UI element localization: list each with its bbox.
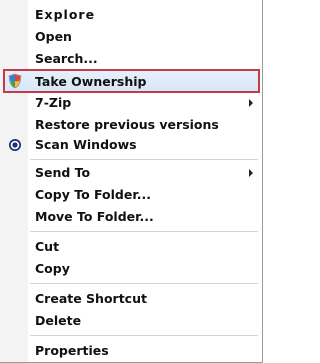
- menu-item-scan-windows[interactable]: Scan Windows: [0, 135, 262, 156]
- menu-item-label: Restore previous versions: [35, 117, 219, 132]
- submenu-arrow-icon: [249, 169, 253, 177]
- menu-item-label: Move To Folder...: [35, 209, 154, 224]
- menu-item-label: 7-Zip: [35, 95, 72, 110]
- menu-item-explore[interactable]: Explore: [0, 5, 262, 26]
- menu-item-label: Scan Windows: [35, 137, 137, 152]
- menu-item-label: Cut: [35, 239, 60, 254]
- menu-item-label: Send To: [35, 165, 91, 180]
- menu-item-copy-to-folder[interactable]: Copy To Folder...: [0, 185, 262, 206]
- menu-item-label: Copy To Folder...: [35, 187, 151, 202]
- menu-item-label: Search...: [35, 51, 98, 66]
- menu-separator: [30, 335, 258, 336]
- menu-separator: [30, 159, 258, 160]
- menu-separator: [30, 283, 258, 284]
- menu-separator: [30, 231, 258, 232]
- antivirus-icon: [7, 137, 23, 153]
- menu-item-move-to-folder[interactable]: Move To Folder...: [0, 207, 262, 228]
- menu-item-restore-previous-versions[interactable]: Restore previous versions: [0, 115, 262, 136]
- menu-item-send-to[interactable]: Send To: [0, 163, 262, 184]
- menu-item-properties[interactable]: Properties: [0, 341, 262, 362]
- menu-item-label: Copy: [35, 261, 70, 276]
- menu-item-label: Delete: [35, 313, 82, 328]
- menu-item-7zip[interactable]: 7-Zip: [0, 93, 262, 114]
- menu-item-label: Create Shortcut: [35, 291, 147, 306]
- menu-item-cut[interactable]: Cut: [0, 237, 262, 258]
- menu-item-take-ownership[interactable]: Take Ownership: [3, 69, 260, 93]
- menu-item-search[interactable]: Search...: [0, 49, 262, 70]
- menu-item-delete[interactable]: Delete: [0, 311, 262, 332]
- context-menu: Explore Open Search... Take Ownership 7-…: [0, 0, 263, 363]
- menu-item-label: Take Ownership: [35, 74, 147, 89]
- menu-item-create-shortcut[interactable]: Create Shortcut: [0, 289, 262, 310]
- menu-item-open[interactable]: Open: [0, 27, 262, 48]
- menu-item-label: Open: [35, 29, 72, 44]
- shield-icon: [7, 73, 23, 89]
- submenu-arrow-icon: [249, 99, 253, 107]
- menu-item-copy[interactable]: Copy: [0, 259, 262, 280]
- menu-item-label: Properties: [35, 343, 109, 358]
- menu-item-label: Explore: [35, 7, 96, 22]
